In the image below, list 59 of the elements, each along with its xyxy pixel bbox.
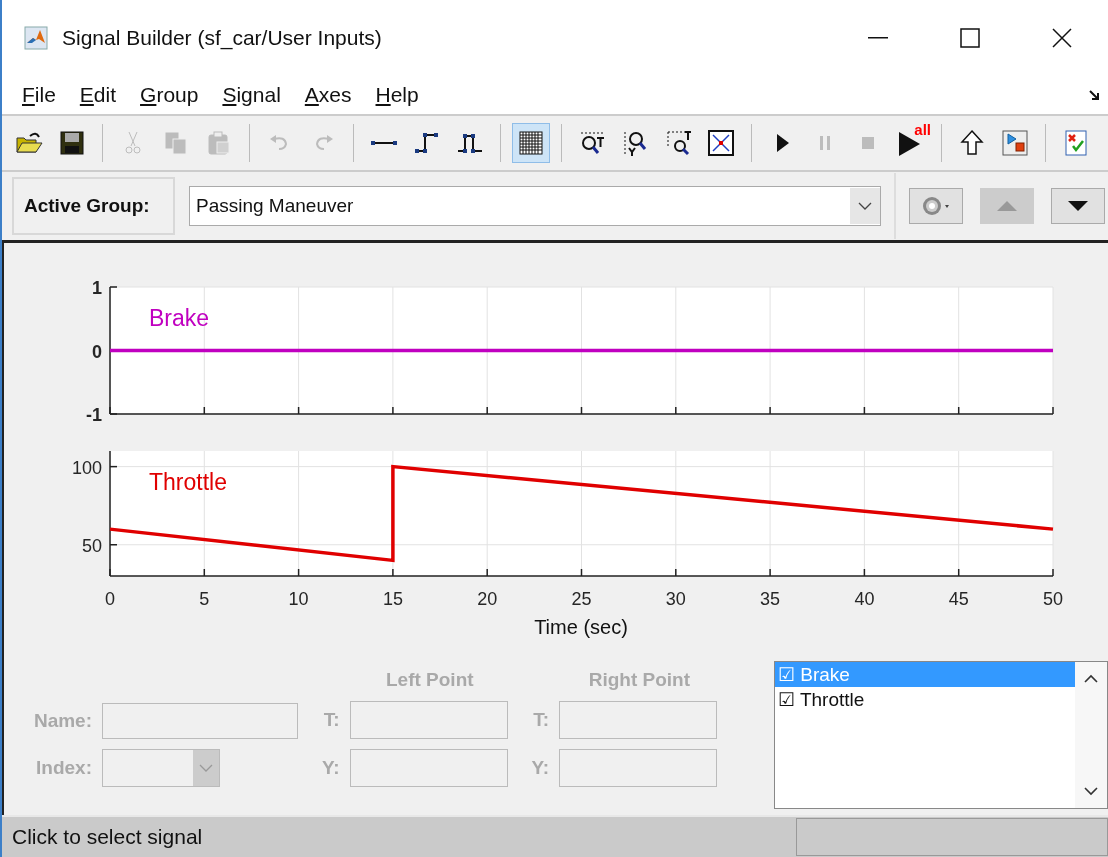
tick-label: 45	[948, 589, 969, 609]
axis-label: Time (sec)	[534, 616, 628, 638]
tick-label: 40	[854, 589, 875, 609]
point-heading: Left Point	[386, 669, 474, 691]
grid-button[interactable]	[512, 123, 550, 163]
point-heading: Right Point	[588, 669, 691, 691]
fit-view-icon	[706, 128, 736, 158]
y-label: Y:	[531, 757, 550, 779]
app-logo-icon	[24, 26, 48, 50]
menu-item[interactable]: Help	[375, 83, 419, 107]
tick-label: 35	[760, 589, 781, 609]
dock-arrow-icon[interactable]	[1088, 89, 1100, 101]
tick-label: -1	[86, 405, 102, 425]
tick-label: 30	[665, 589, 686, 609]
scroll-down-icon[interactable]	[1084, 787, 1098, 796]
play-all-button[interactable]: all	[892, 123, 930, 163]
tick-label: 0	[105, 589, 115, 609]
triangle-down-icon	[1066, 200, 1090, 212]
signal-list[interactable]: ☑ Brake ☑ Throttle	[774, 661, 1108, 809]
scroll-up-icon[interactable]	[1084, 674, 1098, 683]
y-label: Y:	[322, 757, 340, 779]
name-label: Name:	[32, 710, 92, 732]
maximize-icon[interactable]	[960, 28, 980, 48]
menu-item[interactable]: Signal	[222, 83, 281, 107]
grid-icon	[516, 128, 546, 158]
index-label: Index:	[35, 757, 92, 779]
menu-item[interactable]: Group	[140, 83, 199, 107]
settings-button[interactable]	[909, 188, 963, 224]
triangle-up-icon	[995, 200, 1019, 212]
tick-label: 5	[199, 589, 210, 609]
line-segment-icon	[369, 139, 399, 147]
status-text: Click to select signal	[11, 825, 203, 849]
minimize-icon[interactable]	[868, 37, 888, 39]
tick-label: 20	[477, 589, 498, 609]
tick-label: 50	[1043, 589, 1063, 609]
tick-label: 10	[288, 589, 309, 609]
t-label: T:	[533, 709, 550, 731]
menu-item[interactable]: Edit	[79, 83, 117, 107]
t-label: T:	[323, 709, 340, 731]
group-dropdown[interactable]: Passing Maneuver	[189, 186, 881, 226]
scrollbar[interactable]	[1075, 662, 1107, 808]
tick-label: 100	[71, 457, 102, 478]
menu-item[interactable]: File	[22, 83, 56, 107]
menu-item[interactable]: Axes	[304, 83, 352, 107]
tick-label: 0	[92, 341, 102, 362]
tick-label: 50	[81, 535, 102, 556]
tick-label: 15	[382, 589, 403, 609]
signal-list-item[interactable]: ☑ Throttle	[775, 687, 1075, 712]
chevron-down-icon	[193, 750, 219, 786]
active-group-label: Active Group:	[24, 195, 150, 217]
chevron-down-icon	[858, 202, 872, 210]
tick-label: 1	[92, 278, 102, 298]
signal-label: Brake	[149, 305, 210, 331]
signal-label: Throttle	[149, 469, 227, 495]
close-icon[interactable]	[1052, 28, 1072, 48]
window-title: Signal Builder (sf_car/User Inputs)	[62, 26, 382, 50]
tick-label: 25	[571, 589, 592, 609]
move-down-button[interactable]	[1051, 188, 1105, 224]
block-diagram-icon	[1000, 128, 1030, 158]
